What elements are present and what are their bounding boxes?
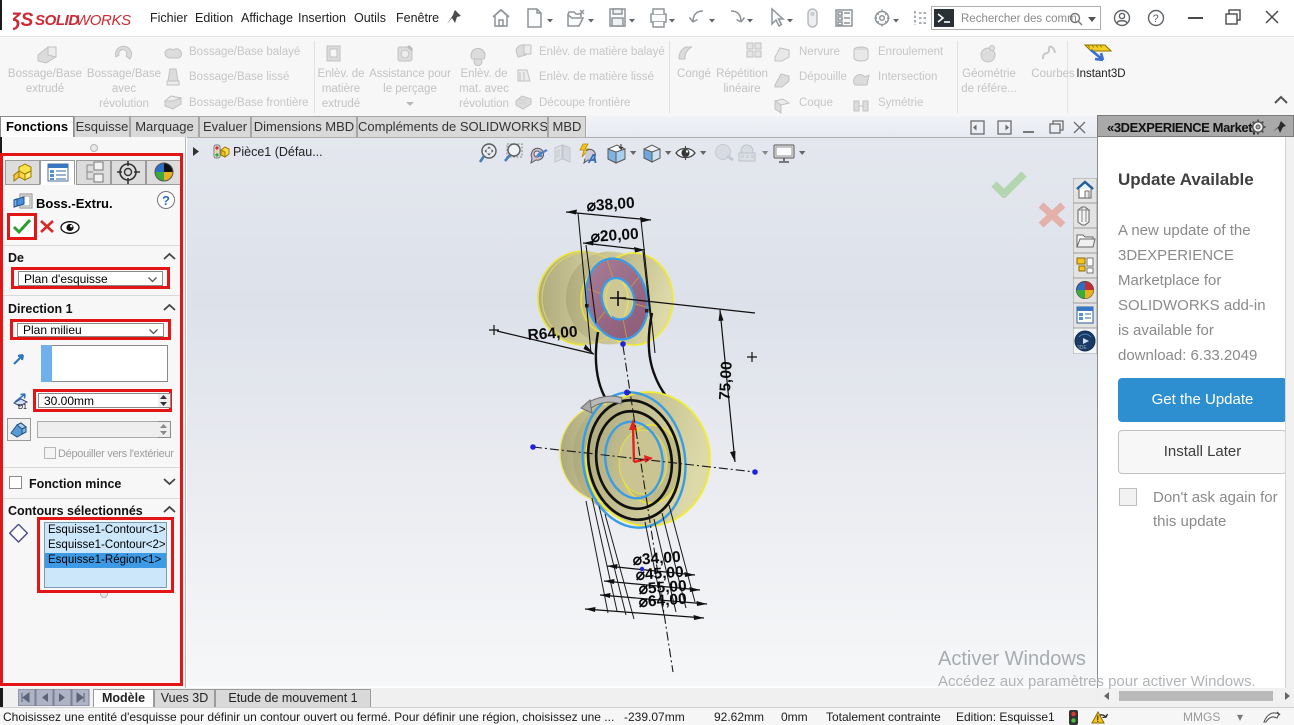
svg-text:3DE: 3DE xyxy=(1077,345,1087,351)
svg-text:⌀20,00: ⌀20,00 xyxy=(590,226,639,246)
svg-text:SOLID: SOLID xyxy=(35,12,79,29)
svg-text:ƷS: ƷS xyxy=(13,10,34,31)
svg-text:WORKS: WORKS xyxy=(76,12,131,29)
svg-text:R64,00: R64,00 xyxy=(527,324,578,344)
svg-text:⌀38,00: ⌀38,00 xyxy=(586,195,635,215)
svg-text:!: ! xyxy=(1096,714,1099,724)
svg-text:?: ? xyxy=(1153,13,1159,25)
svg-text:75,00: 75,00 xyxy=(716,361,735,401)
svg-text:⌀64,00: ⌀64,00 xyxy=(638,591,687,611)
